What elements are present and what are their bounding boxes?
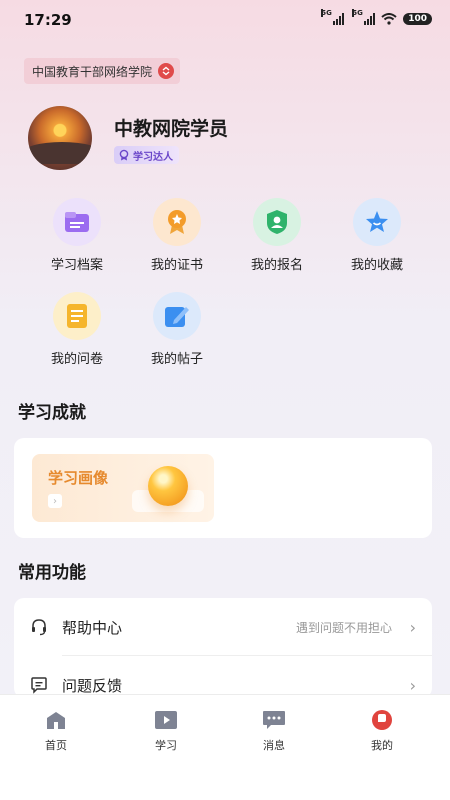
quick-item-label: 学习档案 xyxy=(50,258,103,273)
star-icon xyxy=(353,198,401,246)
folder-icon xyxy=(53,198,101,246)
func-label: 问题反馈 xyxy=(62,676,123,695)
wifi-icon xyxy=(381,13,397,25)
tab-home[interactable]: 首页 xyxy=(16,709,96,753)
quick-item-label: 我的收藏 xyxy=(350,258,403,273)
status-bar: 17:29 5G 5G 100 xyxy=(0,0,450,40)
quick-item-posts[interactable]: 我的帖子 xyxy=(132,292,222,367)
functions-card: 帮助中心 遇到问题不用担心 › 问题反馈 › xyxy=(14,598,432,698)
org-name: 中国教育干部网络学院 xyxy=(32,64,153,79)
user-name: 中教网院学员 xyxy=(114,118,229,140)
tab-mine[interactable]: 我的 xyxy=(342,709,422,753)
tab-label: 我的 xyxy=(371,739,393,752)
tab-messages[interactable]: 消息 xyxy=(234,709,314,753)
tab-label: 首页 xyxy=(45,739,67,752)
feedback-icon xyxy=(31,677,47,694)
section-title-functions: 常用功能 xyxy=(18,563,86,583)
tab-study[interactable]: 学习 xyxy=(126,709,206,753)
status-icons: 5G 5G 100 xyxy=(321,9,432,25)
post-icon xyxy=(153,292,201,340)
profile-icon xyxy=(370,709,394,731)
switch-icon[interactable] xyxy=(158,63,175,79)
signal-label: 5G xyxy=(321,9,332,17)
headset-icon xyxy=(32,619,46,636)
func-hint: 遇到问题不用担心 xyxy=(295,620,392,635)
status-badge: 学习达人 xyxy=(114,146,179,164)
func-row-help-center[interactable]: 帮助中心 遇到问题不用担心 › xyxy=(14,602,432,652)
quick-item-label: 我的报名 xyxy=(250,258,303,273)
portrait-label: 学习画像 xyxy=(48,469,109,487)
tab-label: 消息 xyxy=(263,739,285,752)
medal-icon xyxy=(119,149,129,161)
learning-portrait-card[interactable]: 学习画像 › xyxy=(32,454,214,522)
divider xyxy=(62,655,432,656)
org-switcher[interactable]: 中国教育干部网络学院 xyxy=(24,58,181,84)
quick-item-label: 我的问卷 xyxy=(50,352,103,367)
func-label: 帮助中心 xyxy=(62,618,123,637)
chevron-right-icon: › xyxy=(409,617,416,637)
quick-item-certificate[interactable]: 我的证书 xyxy=(132,198,222,273)
badge-label: 学习达人 xyxy=(133,151,173,163)
home-icon xyxy=(44,709,68,731)
signal-label: 5G xyxy=(352,9,363,17)
portrait-orb-icon xyxy=(148,466,188,506)
quick-item-learning-archive[interactable]: 学习档案 xyxy=(32,198,122,273)
message-icon xyxy=(262,709,286,731)
quick-item-label: 我的帖子 xyxy=(150,352,203,367)
signal-icon: 5G xyxy=(352,9,376,25)
certificate-icon xyxy=(153,198,201,246)
status-time: 17:29 xyxy=(24,11,72,29)
achievements-card: 学习画像 › xyxy=(14,438,432,538)
registration-icon xyxy=(253,198,301,246)
quick-item-label: 我的证书 xyxy=(150,258,203,273)
signal-icon: 5G xyxy=(321,9,345,25)
avatar[interactable] xyxy=(28,106,92,170)
quick-item-survey[interactable]: 我的问卷 xyxy=(32,292,122,367)
battery-indicator: 100 xyxy=(403,13,432,25)
quick-item-favorites[interactable]: 我的收藏 xyxy=(332,198,422,273)
quick-item-registration[interactable]: 我的报名 xyxy=(232,198,322,273)
bottom-tab-bar: 首页 学习 消息 我的 xyxy=(0,694,450,800)
section-title-achievements: 学习成就 xyxy=(18,403,86,423)
survey-icon xyxy=(53,292,101,340)
chevron-right-icon: › xyxy=(48,494,62,508)
tab-label: 学习 xyxy=(155,739,177,752)
play-icon xyxy=(154,709,178,731)
chevron-right-icon: › xyxy=(409,675,416,695)
